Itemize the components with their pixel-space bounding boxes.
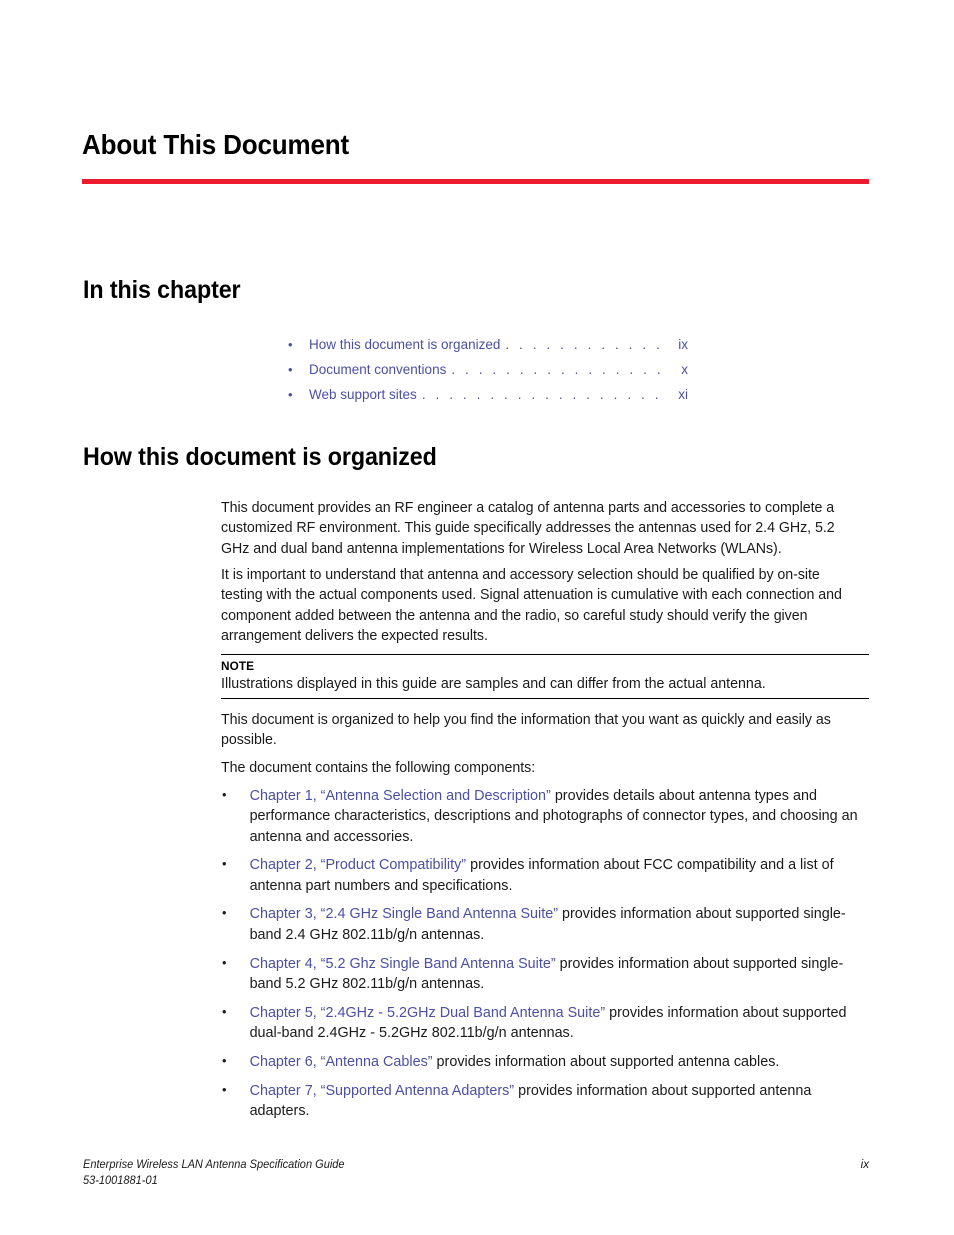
bullet-icon: • (288, 387, 293, 402)
note-box: NOTE Illustrations displayed in this gui… (221, 654, 869, 699)
toc-page-number: ix (678, 337, 688, 352)
toc-item-label[interactable]: Web support sites (309, 382, 417, 407)
bullet-icon: • (221, 856, 227, 872)
toc-page-number: xi (678, 387, 688, 402)
paragraph-find-information: This document is organized to help you f… (221, 712, 831, 749)
note-label: NOTE (221, 659, 255, 673)
chapter-list: • Chapter 1, “Antenna Selection and Descr… (221, 786, 873, 1130)
list-item[interactable]: • Chapter 3, “2.4 GHz Single Band Antenna… (221, 904, 863, 945)
list-item[interactable]: • Chapter 1, “Antenna Selection and Descr… (221, 786, 863, 847)
document-page: About This Document In this chapter • Ho… (0, 0, 954, 1235)
chapter-link[interactable]: Chapter 2, “Product Compatibility” (250, 857, 467, 873)
toc-item-label[interactable]: Document conventions (309, 357, 446, 382)
footer-guide-title: Enterprise Wireless LAN Antenna Specific… (83, 1158, 345, 1171)
list-item[interactable]: • Chapter 5, “2.4GHz - 5.2GHz Dual Band A… (221, 1003, 863, 1044)
list-item[interactable]: • Chapter 7, “Supported Antenna Adapters”… (221, 1081, 863, 1122)
bullet-icon: • (288, 337, 293, 352)
paragraph-intro: This document provides an RF engineer a … (221, 500, 835, 557)
chapter-link[interactable]: Chapter 3, “2.4 GHz Single Band Antenna … (250, 906, 558, 922)
bullet-icon: • (288, 362, 293, 377)
heading-in-this-chapter: In this chapter (83, 276, 241, 304)
toc-item-label[interactable]: How this document is organized (309, 332, 500, 357)
toc-dot-leader: . . . . . . . . . . . . . . . . . . . . … (451, 362, 666, 377)
toc-page-number: x (681, 362, 688, 377)
chapter-link[interactable]: Chapter 1, “Antenna Selection and Descri… (250, 788, 551, 804)
heading-how-document-is-organized: How this document is organized (83, 443, 437, 471)
toc-dot-leader: . . . . . . . . . . . . . . . . . . . . … (421, 387, 666, 402)
toc-item[interactable]: • How this document is organized . . . .… (288, 332, 688, 357)
toc-item[interactable]: • Web support sites . . . . . . . . . . … (288, 382, 688, 407)
toc-item[interactable]: • Document conventions . . . . . . . . .… (288, 357, 688, 382)
toc-dot-leader: . . . . . . . . . . . . . . . . . . . . … (505, 337, 666, 352)
note-text: Illustrations displayed in this guide ar… (221, 676, 766, 692)
paragraph-contains-components: The document contains the following comp… (221, 760, 536, 776)
bullet-icon: • (221, 1052, 227, 1068)
list-item[interactable]: • Chapter 6, “Antenna Cables” provides in… (221, 1052, 863, 1072)
list-item[interactable]: • Chapter 4, “5.2 Ghz Single Band Antenna… (221, 954, 863, 995)
bullet-icon: • (221, 905, 227, 921)
title-accent-rule (82, 179, 869, 184)
list-item[interactable]: • Chapter 2, “Product Compatibility” prov… (221, 855, 863, 896)
chapter-link[interactable]: Chapter 6, “Antenna Cables” (250, 1054, 433, 1070)
bullet-icon: • (221, 954, 227, 970)
table-of-contents: • How this document is organized . . . .… (288, 332, 688, 407)
chapter-link[interactable]: Chapter 5, “2.4GHz - 5.2GHz Dual Band An… (250, 1005, 606, 1021)
bullet-icon: • (221, 787, 227, 802)
chapter-link[interactable]: Chapter 4, “5.2 Ghz Single Band Antenna … (250, 956, 556, 972)
chapter-link[interactable]: Chapter 7, “Supported Antenna Adapters” (250, 1083, 515, 1099)
page-title: About This Document (82, 129, 349, 160)
footer-guide-info: Enterprise Wireless LAN Antenna Specific… (83, 1157, 345, 1188)
bullet-icon: • (221, 1081, 227, 1097)
footer-page-number: ix (860, 1158, 869, 1171)
bullet-icon: • (221, 1003, 227, 1019)
paragraph-qualification: It is important to understand that anten… (221, 567, 842, 645)
chapter-description: provides information about supported ant… (432, 1053, 780, 1070)
footer-part-number: 53-1001881-01 (83, 1173, 158, 1187)
